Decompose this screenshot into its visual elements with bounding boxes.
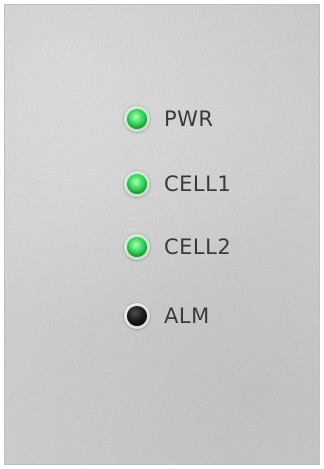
cell2-label: CELL2	[164, 234, 232, 259]
indicator-pwr: PWR	[124, 101, 214, 137]
cell1-label: CELL1	[164, 171, 232, 196]
cell1-led-icon	[127, 174, 147, 194]
led-bezel	[124, 303, 150, 329]
alm-label: ALM	[164, 303, 210, 328]
pwr-led-icon	[127, 109, 147, 129]
cell2-led-icon	[127, 237, 147, 257]
led-bezel	[124, 171, 150, 197]
photo-frame: PWR CELL1 CELL2 ALM	[0, 0, 324, 469]
device-front-panel: PWR CELL1 CELL2 ALM	[4, 4, 320, 465]
led-bezel	[124, 234, 150, 260]
indicator-alm: ALM	[124, 298, 210, 334]
indicator-cell1: CELL1	[124, 166, 231, 202]
indicator-cell2: CELL2	[124, 229, 231, 265]
led-bezel	[124, 106, 150, 132]
alm-led-icon	[127, 306, 147, 326]
pwr-label: PWR	[164, 106, 214, 131]
